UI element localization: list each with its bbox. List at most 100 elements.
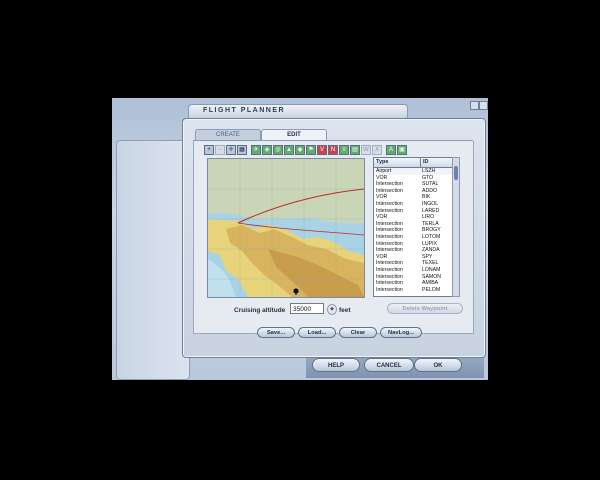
minimize-icon[interactable]: [470, 101, 479, 110]
red-v-icon[interactable]: V: [317, 145, 327, 155]
flight-planner-dialog: CREATE EDIT + − ✛ ▦ ✈ ◈ ◎ ▲ ◆ ⚑ V N ≡ ▤ …: [182, 118, 486, 358]
label-b-icon[interactable]: ▣: [397, 145, 407, 155]
load-button[interactable]: Load...: [298, 327, 336, 338]
waypoint-id: SPY: [422, 253, 433, 260]
waypoint-type: Intersection: [376, 181, 403, 188]
altitude-spinner-icon[interactable]: ◆: [327, 304, 337, 315]
waypoint-type: VOR: [376, 194, 388, 201]
waypoint-type: Intersection: [376, 207, 403, 214]
altitude-input[interactable]: 35000: [290, 303, 324, 314]
waypoint-row[interactable]: Intersection SAMON: [374, 274, 452, 281]
center-icon[interactable]: ✛: [226, 145, 236, 155]
waypoint-type: Intersection: [376, 200, 403, 207]
ok-button[interactable]: OK: [414, 358, 462, 372]
ndb-icon[interactable]: ◎: [273, 145, 283, 155]
waypoint-row[interactable]: Airport LSZH: [374, 168, 452, 175]
waypoint-type: VOR: [376, 253, 388, 260]
close-icon[interactable]: [479, 101, 488, 110]
waypoint-id: LONAM: [422, 266, 441, 273]
waypoint-id: INGOL: [422, 200, 439, 207]
waypoint-row[interactable]: Intersection LONAM: [374, 267, 452, 274]
waypoint-row[interactable]: Intersection SUTAL: [374, 181, 452, 188]
waypoint-id: LARED: [422, 207, 440, 214]
waypoint-list-scrollbar[interactable]: [452, 157, 460, 297]
waypoint-icon[interactable]: ◆: [295, 145, 305, 155]
vor-icon[interactable]: ◈: [262, 145, 272, 155]
zoom-out-icon[interactable]: −: [215, 145, 225, 155]
waypoint-id: BROGY: [422, 227, 441, 234]
waypoint-row[interactable]: Intersection INGOL: [374, 201, 452, 208]
altitude-label: Cruising altitude: [234, 307, 286, 314]
airport-icon[interactable]: ✈: [251, 145, 261, 155]
intersection-icon[interactable]: ▲: [284, 145, 294, 155]
grid-icon[interactable]: ▤: [350, 145, 360, 155]
dialog-title: FLIGHT PLANNER: [203, 107, 286, 114]
waypoint-id: BIK: [422, 194, 431, 201]
waypoint-row[interactable]: VOR SPY: [374, 254, 452, 261]
waypoint-id: LUPIX: [422, 240, 437, 247]
route-map[interactable]: [207, 158, 365, 298]
waypoint-id: AMIBA: [422, 280, 439, 287]
waypoint-row[interactable]: Intersection ZANDA: [374, 247, 452, 254]
waypoint-id: TERLA: [422, 220, 439, 227]
waypoint-type: Intersection: [376, 260, 403, 267]
clear-button[interactable]: Clear: [339, 327, 377, 338]
waypoint-row[interactable]: Intersection LUPIX: [374, 241, 452, 248]
column-type[interactable]: Type: [374, 158, 421, 167]
help-button[interactable]: HELP: [312, 358, 360, 372]
waypoint-row[interactable]: Intersection TEXEL: [374, 260, 452, 267]
weather-icon[interactable]: W: [361, 145, 371, 155]
waypoint-id: LOTOM: [422, 233, 441, 240]
altitude-unit: feet: [339, 307, 351, 314]
waypoint-id: LSZH: [422, 168, 436, 174]
waypoint-row[interactable]: Intersection TERLA: [374, 221, 452, 228]
waypoint-type: VOR: [376, 174, 388, 181]
edit-panel: + − ✛ ▦ ✈ ◈ ◎ ▲ ◆ ⚑ V N ≡ ▤ W X A ▣ Type…: [193, 141, 474, 338]
waypoint-row[interactable]: Intersection ADDO: [374, 188, 452, 195]
waypoint-type: Intersection: [376, 280, 403, 287]
waypoint-type: Intersection: [376, 220, 403, 227]
pan-icon[interactable]: ▦: [237, 145, 247, 155]
waypoint-type: Intersection: [376, 266, 403, 273]
waypoint-id: GTO: [422, 174, 434, 181]
waypoint-row[interactable]: Intersection AMIBA: [374, 280, 452, 287]
waypoint-id: SAMON: [422, 273, 442, 280]
flag-icon[interactable]: ⚑: [306, 145, 316, 155]
navlog-button[interactable]: NavLog...: [380, 327, 422, 338]
zoom-in-icon[interactable]: +: [204, 145, 214, 155]
waypoint-type: Intersection: [376, 227, 403, 234]
delete-waypoint-button[interactable]: Delete Waypoint: [387, 303, 463, 314]
waypoint-row[interactable]: Intersection LARED: [374, 208, 452, 215]
label-a-icon[interactable]: A: [386, 145, 396, 155]
waypoint-type: Intersection: [376, 286, 403, 293]
waypoint-row[interactable]: Intersection BROGY: [374, 227, 452, 234]
waypoint-id: PELOM: [422, 286, 441, 293]
scrollbar-thumb[interactable]: [454, 166, 458, 180]
waypoint-row[interactable]: Intersection LOTOM: [374, 234, 452, 241]
waypoint-id: ADDO: [422, 187, 437, 194]
cancel-button[interactable]: CANCEL: [364, 358, 414, 372]
app-window: FLIGHT PLANNER CREATE EDIT + − ✛ ▦ ✈ ◈ ◎…: [112, 98, 488, 380]
waypoint-row[interactable]: VOR LIRO: [374, 214, 452, 221]
waypoint-row[interactable]: VOR GTO: [374, 175, 452, 182]
waypoint-type: VOR: [376, 214, 388, 221]
waypoint-id: TEXEL: [422, 260, 439, 267]
waypoint-type: Intersection: [376, 233, 403, 240]
background-panel: [116, 140, 190, 380]
waypoint-type: Intersection: [376, 240, 403, 247]
airway-icon[interactable]: ≡: [339, 145, 349, 155]
x-icon[interactable]: X: [372, 145, 382, 155]
waypoint-row[interactable]: Intersection PELOM: [374, 287, 452, 294]
waypoint-id: ZANDA: [422, 247, 440, 254]
waypoint-list-header: Type ID: [374, 158, 452, 168]
save-button[interactable]: Save...: [257, 327, 295, 338]
waypoint-type: Intersection: [376, 187, 403, 194]
red-n-icon[interactable]: N: [328, 145, 338, 155]
waypoint-type: Intersection: [376, 273, 403, 280]
dialog-title-bar: FLIGHT PLANNER: [188, 104, 408, 119]
waypoint-type: Intersection: [376, 247, 403, 254]
map-toolbar: + − ✛ ▦ ✈ ◈ ◎ ▲ ◆ ⚑ V N ≡ ▤ W X A ▣: [204, 145, 407, 155]
column-id[interactable]: ID: [421, 158, 429, 167]
waypoint-row[interactable]: VOR BIK: [374, 194, 452, 201]
waypoint-list[interactable]: Type ID Airport LSZH VOR GTO Intersection SUT…: [373, 157, 453, 297]
